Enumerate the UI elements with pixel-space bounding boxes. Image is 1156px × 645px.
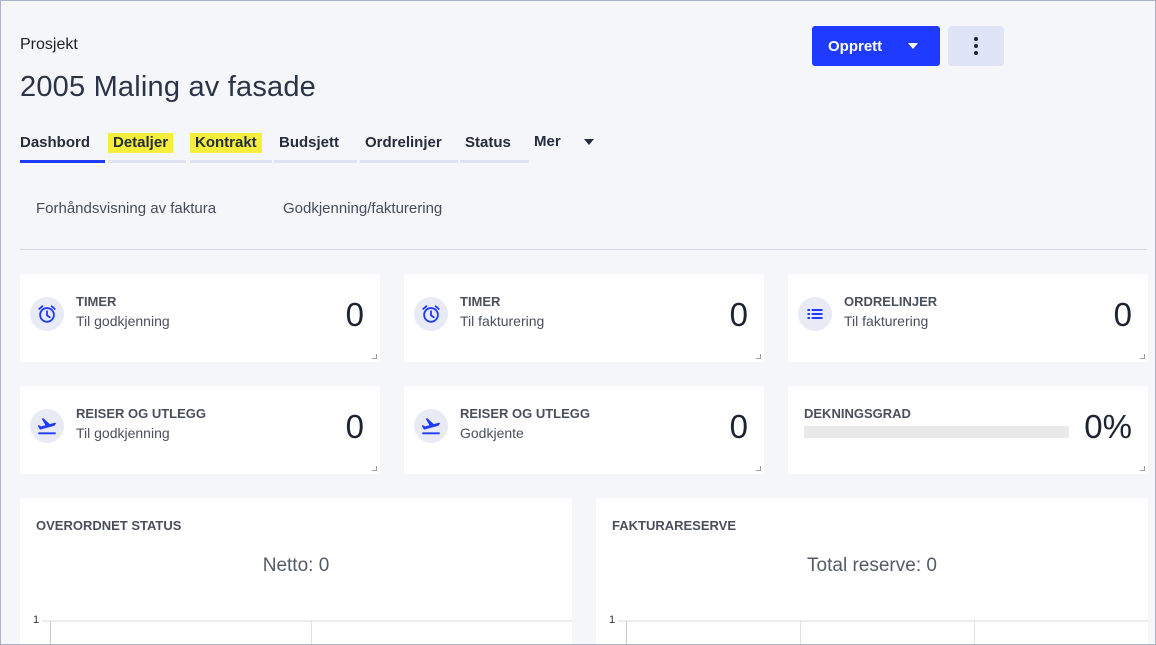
card-coverage-ratio[interactable]: DEKNINGSGRAD 0% [788,386,1148,474]
chevron-down-icon [584,139,594,145]
invoice-preview-link[interactable]: Forhåndsvisning av faktura [36,200,216,217]
divider [20,249,1147,250]
card-order-lines-invoicing[interactable]: ORDRELINJER Til fakturering 0 [788,274,1148,362]
tab-order-lines[interactable]: Ordrelinjer [360,133,458,163]
card-hours-approval[interactable]: TIMER Til godkjenning 0 [20,274,380,362]
tab-more-label: Mer [534,133,561,150]
resize-corner-icon [756,466,761,471]
tab-contract[interactable]: Kontrakt [190,133,272,163]
card-title: REISER OG UTLEGG [76,406,207,421]
breadcrumb[interactable]: Prosjekt [20,36,78,54]
tab-budget[interactable]: Budsjett [274,133,357,163]
create-button-label: Opprett [828,37,883,55]
create-button[interactable]: Opprett [812,26,940,66]
card-title: DEKNINGSGRAD [804,406,911,421]
tab-status[interactable]: Status [460,133,529,163]
list-icon [798,297,832,331]
card-title: REISER OG UTLEGG [460,406,591,421]
tab-details[interactable]: Detaljer [108,133,186,163]
card-subtitle: Til fakturering [844,313,929,329]
card-travel-approved[interactable]: REISER OG UTLEGG Godkjente 0 [404,386,764,474]
card-value: 0 [729,296,748,333]
card-value: 0% [1084,408,1132,445]
resize-corner-icon [372,354,377,359]
flight-takeoff-icon [30,409,64,443]
resize-corner-icon [372,466,377,471]
card-hours-invoicing[interactable]: TIMER Til fakturering 0 [404,274,764,362]
panel-title: OVERORDNET STATUS [36,518,182,533]
card-value: 0 [729,408,748,445]
card-title: TIMER [460,294,501,309]
card-title: TIMER [76,294,117,309]
tab-dashboard[interactable]: Dashbord [20,133,105,163]
panel-invoice-reserve: FAKTURARESERVE Total reserve: 0 1 – [596,498,1148,645]
project-dashboard: Prosjekt 2005 Maling av fasade Opprett D… [0,0,1156,645]
chevron-down-icon [908,43,918,49]
coverage-progress-bar [804,426,1069,438]
card-value: 0 [1113,296,1132,333]
kebab-menu-icon [974,37,978,55]
panel-metric: Netto: 0 [262,555,330,576]
more-actions-button[interactable] [948,26,1004,66]
card-subtitle: Til fakturering [460,313,545,329]
resize-corner-icon [1140,466,1145,471]
y-tick-label: – [601,639,608,645]
card-title: ORDRELINJER [844,294,938,309]
flight-takeoff-icon [414,409,448,443]
panel-overall-status: OVERORDNET STATUS Netto: 0 1 – [20,498,572,645]
resize-corner-icon [756,354,761,359]
approval-invoicing-link[interactable]: Godkjenning/fakturering [283,200,442,217]
card-subtitle: Godkjente [460,425,524,441]
alarm-clock-icon [414,297,448,331]
resize-corner-icon [1140,354,1145,359]
page-title: 2005 Maling av fasade [20,71,317,103]
panel-metric: Total reserve: 0 [807,555,937,576]
invoice-reserve-chart: 1 – [601,614,1148,645]
y-tick-label: 1 [609,614,615,626]
y-tick-label: – [25,639,32,645]
alarm-clock-icon [30,297,64,331]
card-value: 0 [345,408,364,445]
card-value: 0 [345,296,364,333]
y-tick-label: 1 [33,614,39,626]
card-travel-approval[interactable]: REISER OG UTLEGG Til godkjenning 0 [20,386,380,474]
tab-more[interactable]: Mer [534,133,594,150]
overall-status-chart: 1 – [25,614,572,645]
card-subtitle: Til godkjenning [76,313,170,329]
card-subtitle: Til godkjenning [76,425,170,441]
panel-title: FAKTURARESERVE [612,518,737,533]
